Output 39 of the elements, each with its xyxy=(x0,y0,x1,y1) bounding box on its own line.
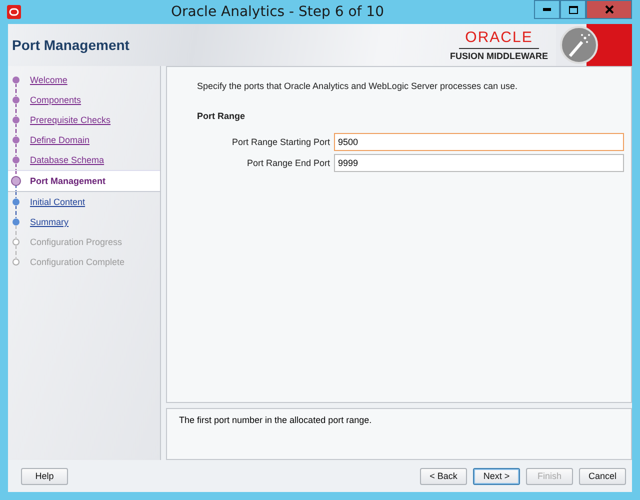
step-item[interactable]: Components xyxy=(8,90,160,110)
input-field[interactable]: 9999 xyxy=(334,154,624,172)
step-item[interactable]: Welcome xyxy=(8,70,160,90)
minimize-icon xyxy=(543,8,551,11)
step-node-icon xyxy=(11,110,21,130)
wand-icon xyxy=(560,26,598,64)
help-text: The first port number in the allocated port range. xyxy=(179,415,372,425)
maximize-button[interactable] xyxy=(560,0,586,19)
step-node-icon xyxy=(11,171,21,191)
step-node-icon xyxy=(11,130,21,150)
step-item[interactable]: Initial Content xyxy=(8,192,160,212)
page-title: Port Management xyxy=(11,37,130,53)
window-title: Oracle Analytics - Step 6 of 10 xyxy=(170,4,385,20)
step-node-icon xyxy=(11,192,21,212)
brand-name: ORACLE xyxy=(459,29,539,49)
app-icon xyxy=(7,5,21,19)
step-item[interactable]: Port Management xyxy=(8,170,160,192)
input-field[interactable]: 9500 xyxy=(334,133,624,151)
step-item[interactable]: Summary xyxy=(8,212,160,232)
minimize-button[interactable] xyxy=(534,0,560,19)
close-button[interactable] xyxy=(586,0,632,19)
section-title: Port Range xyxy=(197,111,246,121)
brand-subtitle: FUSION MIDDLEWARE xyxy=(450,51,548,61)
step-item[interactable]: Define Domain xyxy=(8,130,160,150)
help-button[interactable]: Help xyxy=(21,468,68,484)
step-node-icon xyxy=(11,90,21,110)
wizard-button[interactable]: < Back xyxy=(420,468,467,484)
step-node-icon xyxy=(11,150,21,170)
step-node-icon xyxy=(11,212,21,232)
field-label: Port Range Starting Port xyxy=(230,137,331,147)
step-node-icon xyxy=(11,232,21,252)
step-item[interactable]: Prerequisite Checks xyxy=(8,110,160,130)
maximize-icon xyxy=(568,6,578,14)
intro-text: Specify the ports that Oracle Analytics and WebLogic Server processes can use. xyxy=(197,81,518,91)
close-icon xyxy=(604,5,614,14)
wizard-button[interactable]: Cancel xyxy=(579,468,626,484)
field-label: Port Range End Port xyxy=(246,158,331,168)
wizard-button[interactable]: Next > xyxy=(473,468,520,484)
step-item[interactable]: Database Schema xyxy=(8,150,160,170)
